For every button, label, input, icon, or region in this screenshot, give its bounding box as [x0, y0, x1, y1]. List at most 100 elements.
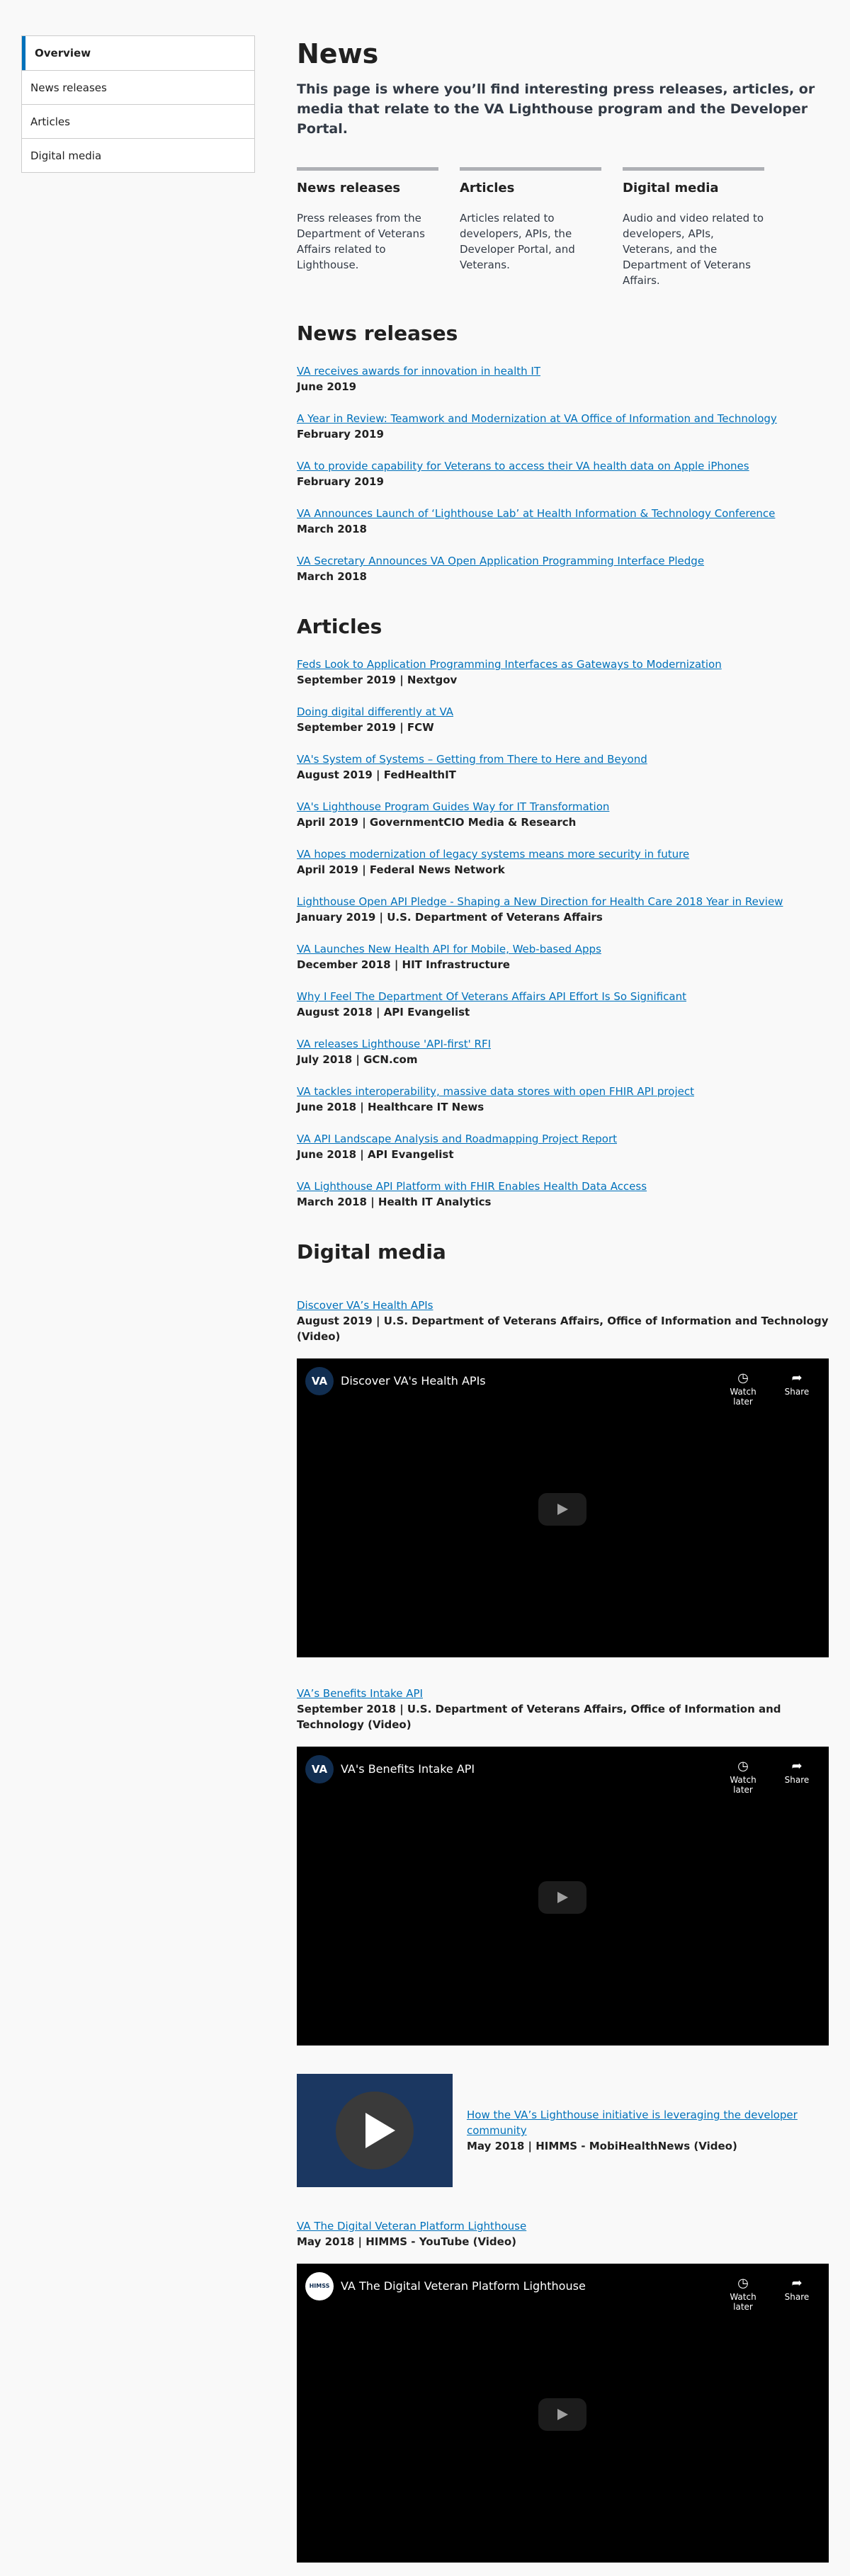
- clock-icon: ◷: [737, 1371, 749, 1385]
- card-articles[interactable]: Articles Articles related to developers,…: [460, 167, 601, 288]
- article-link[interactable]: VA tackles interoperability, massive dat…: [297, 1084, 829, 1099]
- news-date: June 2019: [297, 380, 357, 393]
- news-date: March 2018: [297, 570, 367, 583]
- share-label: Share: [784, 2292, 810, 2302]
- article-link[interactable]: VA hopes modernization of legacy systems…: [297, 846, 829, 862]
- channel-logo-icon: VA: [305, 1755, 334, 1783]
- channel-logo-icon: VA: [305, 1367, 334, 1395]
- list-item: Why I Feel The Department Of Veterans Af…: [297, 989, 829, 1020]
- section-title: Digital media: [297, 1240, 446, 1264]
- video-player[interactable]: HIMSS VA The Digital Veteran Platform Li…: [297, 2264, 829, 2563]
- clock-icon: ◷: [737, 1759, 749, 1774]
- list-item: Lighthouse Open API Pledge - Shaping a N…: [297, 894, 829, 925]
- article-link[interactable]: Feds Look to Application Programming Int…: [297, 657, 829, 672]
- watch-later-label: Watch later: [730, 1775, 756, 1795]
- article-meta: July 2018 | GCN.com: [297, 1053, 418, 1066]
- article-link[interactable]: Doing digital differently at VA: [297, 704, 829, 720]
- section-cards: News releases Press releases from the De…: [297, 167, 829, 288]
- article-meta: March 2018 | Health IT Analytics: [297, 1196, 492, 1208]
- sidebar-item-articles[interactable]: Articles: [22, 104, 254, 138]
- share-icon: ➦: [791, 2276, 803, 2291]
- list-item: VA Announces Launch of ‘Lighthouse Lab’ …: [297, 506, 829, 537]
- list-item: VA’s Benefits Intake API September 2018 …: [297, 1686, 829, 1732]
- list-item: VA Lighthouse API Platform with FHIR Ena…: [297, 1179, 829, 1210]
- sidebar-item-overview[interactable]: Overview: [22, 36, 254, 70]
- media-link[interactable]: Discover VA’s Health APIs: [297, 1298, 829, 1313]
- list-item: VA's System of Systems – Getting from Th…: [297, 751, 829, 783]
- news-date: March 2018: [297, 523, 367, 535]
- article-link[interactable]: VA's System of Systems – Getting from Th…: [297, 751, 829, 767]
- list-item: VA API Landscape Analysis and Roadmappin…: [297, 1131, 829, 1162]
- article-meta: January 2019 | U.S. Department of Vetera…: [297, 911, 603, 924]
- list-item: VA hopes modernization of legacy systems…: [297, 846, 829, 878]
- sidebar-item-digital-media[interactable]: Digital media: [22, 138, 254, 172]
- news-date: February 2019: [297, 428, 384, 441]
- card-news-releases[interactable]: News releases Press releases from the De…: [297, 167, 438, 288]
- channel-logo-icon: HIMSS: [305, 2272, 334, 2300]
- media-link[interactable]: VA The Digital Veteran Platform Lighthou…: [297, 2218, 829, 2234]
- article-link[interactable]: VA's Lighthouse Program Guides Way for I…: [297, 799, 829, 815]
- watch-later-button[interactable]: ◷ Watch later: [722, 2275, 764, 2312]
- digital-media-section: Digital media Discover VA’s Health APIs …: [297, 1238, 829, 2563]
- news-link[interactable]: VA receives awards for innovation in hea…: [297, 363, 829, 379]
- article-meta: September 2019 | Nextgov: [297, 674, 458, 686]
- card-title: Digital media: [623, 181, 719, 195]
- video-player[interactable]: VA Discover VA's Health APIs ◷ Watch lat…: [297, 1358, 829, 1657]
- media-meta: May 2018 | HIMMS - MobiHealthNews (Video…: [467, 2140, 737, 2152]
- media-link[interactable]: How the VA’s Lighthouse initiative is le…: [467, 2107, 829, 2138]
- watch-later-label: Watch later: [730, 2292, 756, 2312]
- news-link[interactable]: A Year in Review: Teamwork and Moderniza…: [297, 411, 829, 426]
- sidebar-item-news-releases[interactable]: News releases: [22, 70, 254, 104]
- list-item: VA The Digital Veteran Platform Lighthou…: [297, 2218, 829, 2249]
- video-title[interactable]: Discover VA's Health APIs: [341, 1374, 486, 1388]
- card-description: Articles related to developers, APIs, th…: [460, 212, 575, 271]
- video-title[interactable]: VA's Benefits Intake API: [341, 1762, 475, 1776]
- media-thumbnail-item: How the VA’s Lighthouse initiative is le…: [297, 2074, 829, 2187]
- section-title: Articles: [297, 615, 382, 638]
- video-title[interactable]: VA The Digital Veteran Platform Lighthou…: [341, 2279, 586, 2293]
- news-releases-section: News releases VA receives awards for inn…: [297, 319, 829, 584]
- list-item: VA Secretary Announces VA Open Applicati…: [297, 553, 829, 584]
- watch-later-button[interactable]: ◷ Watch later: [722, 1370, 764, 1407]
- article-link[interactable]: VA API Landscape Analysis and Roadmappin…: [297, 1131, 829, 1147]
- list-item: VA Launches New Health API for Mobile, W…: [297, 941, 829, 972]
- article-meta: June 2018 | API Evangelist: [297, 1148, 454, 1161]
- media-meta: August 2019 | U.S. Department of Veteran…: [297, 1315, 829, 1343]
- news-link[interactable]: VA to provide capability for Veterans to…: [297, 458, 829, 474]
- card-digital-media[interactable]: Digital media Audio and video related to…: [623, 167, 764, 288]
- list-item: VA's Lighthouse Program Guides Way for I…: [297, 799, 829, 830]
- play-button-icon[interactable]: [538, 2398, 586, 2431]
- card-title: News releases: [297, 181, 401, 195]
- share-button[interactable]: ➦ Share: [776, 1758, 818, 1785]
- article-link[interactable]: VA Launches New Health API for Mobile, W…: [297, 941, 829, 957]
- articles-section: Articles Feds Look to Application Progra…: [297, 613, 829, 1210]
- share-icon: ➦: [791, 1759, 803, 1774]
- article-link[interactable]: VA Lighthouse API Platform with FHIR Ena…: [297, 1179, 829, 1194]
- watch-later-label: Watch later: [730, 1387, 756, 1407]
- media-link[interactable]: VA’s Benefits Intake API: [297, 1686, 829, 1701]
- list-item: Feds Look to Application Programming Int…: [297, 657, 829, 688]
- list-item: Discover VA’s Health APIs August 2019 | …: [297, 1298, 829, 1344]
- play-button-icon[interactable]: [538, 1493, 586, 1526]
- news-date: February 2019: [297, 475, 384, 488]
- article-link[interactable]: VA releases Lighthouse 'API-first' RFI: [297, 1036, 829, 1052]
- article-link[interactable]: Why I Feel The Department Of Veterans Af…: [297, 989, 829, 1004]
- share-icon: ➦: [791, 1371, 803, 1385]
- video-thumbnail[interactable]: [297, 2074, 453, 2187]
- video-player[interactable]: VA VA's Benefits Intake API ◷ Watch late…: [297, 1747, 829, 2046]
- play-button-icon[interactable]: [538, 1881, 586, 1914]
- news-link[interactable]: VA Announces Launch of ‘Lighthouse Lab’ …: [297, 506, 829, 521]
- section-title: News releases: [297, 322, 458, 345]
- news-link[interactable]: VA Secretary Announces VA Open Applicati…: [297, 553, 829, 569]
- clock-icon: ◷: [737, 2276, 749, 2291]
- watch-later-button[interactable]: ◷ Watch later: [722, 1758, 764, 1795]
- card-title: Articles: [460, 181, 515, 195]
- article-meta: December 2018 | HIT Infrastructure: [297, 958, 510, 971]
- side-navigation: Overview News releases Articles Digital …: [21, 35, 255, 173]
- share-button[interactable]: ➦ Share: [776, 2275, 818, 2302]
- list-item: VA releases Lighthouse 'API-first' RFI J…: [297, 1036, 829, 1067]
- share-button[interactable]: ➦ Share: [776, 1370, 818, 1397]
- article-link[interactable]: Lighthouse Open API Pledge - Shaping a N…: [297, 894, 829, 909]
- share-label: Share: [784, 1775, 810, 1785]
- card-description: Press releases from the Department of Ve…: [297, 212, 425, 271]
